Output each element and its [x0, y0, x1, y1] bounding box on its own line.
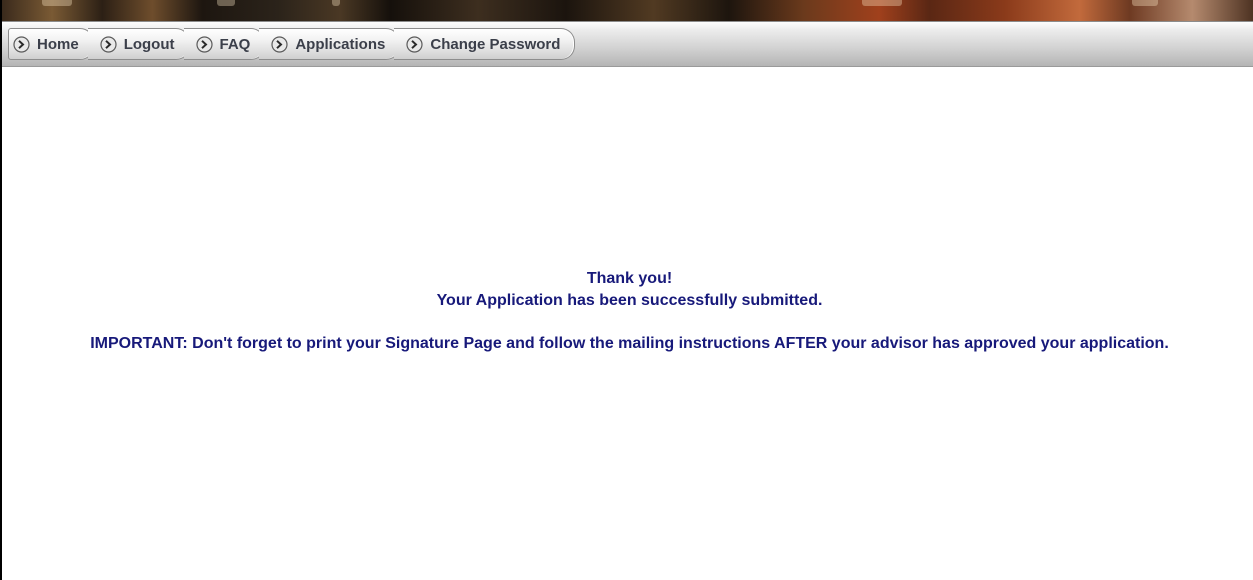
thank-you-heading: Thank you!: [586, 270, 673, 287]
header-banner-image: [2, 0, 1253, 21]
nav-tab-label: Change Password: [430, 35, 561, 53]
chevron-right-icon: [271, 35, 288, 53]
nav-tab-faq[interactable]: FAQ: [183, 28, 266, 60]
nav-tab-label: Home: [37, 35, 79, 53]
navigation-bar: Home Logout FAQ Applications Change Pass…: [2, 21, 1253, 67]
important-notice: IMPORTANT: Don't forget to print your Si…: [90, 335, 1169, 352]
chevron-right-icon: [195, 35, 213, 53]
chevron-right-icon: [13, 35, 30, 53]
submitted-confirmation: Your Application has been successfully s…: [436, 292, 823, 309]
nav-tab-label: FAQ: [219, 35, 251, 53]
page-frame: Home Logout FAQ Applications Change Pass…: [0, 0, 1253, 580]
nav-tab-applications[interactable]: Applications: [259, 28, 401, 60]
nav-tab-logout[interactable]: Logout: [87, 28, 190, 60]
chevron-right-icon: [406, 35, 423, 53]
nav-tabs: Home Logout FAQ Applications Change Pass…: [8, 28, 576, 60]
nav-tab-label: Logout: [123, 35, 175, 53]
confirmation-message: Thank you! Your Application has been suc…: [4, 268, 1253, 355]
chevron-right-icon: [100, 35, 117, 53]
nav-tab-home[interactable]: Home: [8, 28, 94, 60]
nav-tab-label: Applications: [295, 35, 386, 53]
nav-tab-change-password[interactable]: Change Password: [394, 28, 576, 60]
